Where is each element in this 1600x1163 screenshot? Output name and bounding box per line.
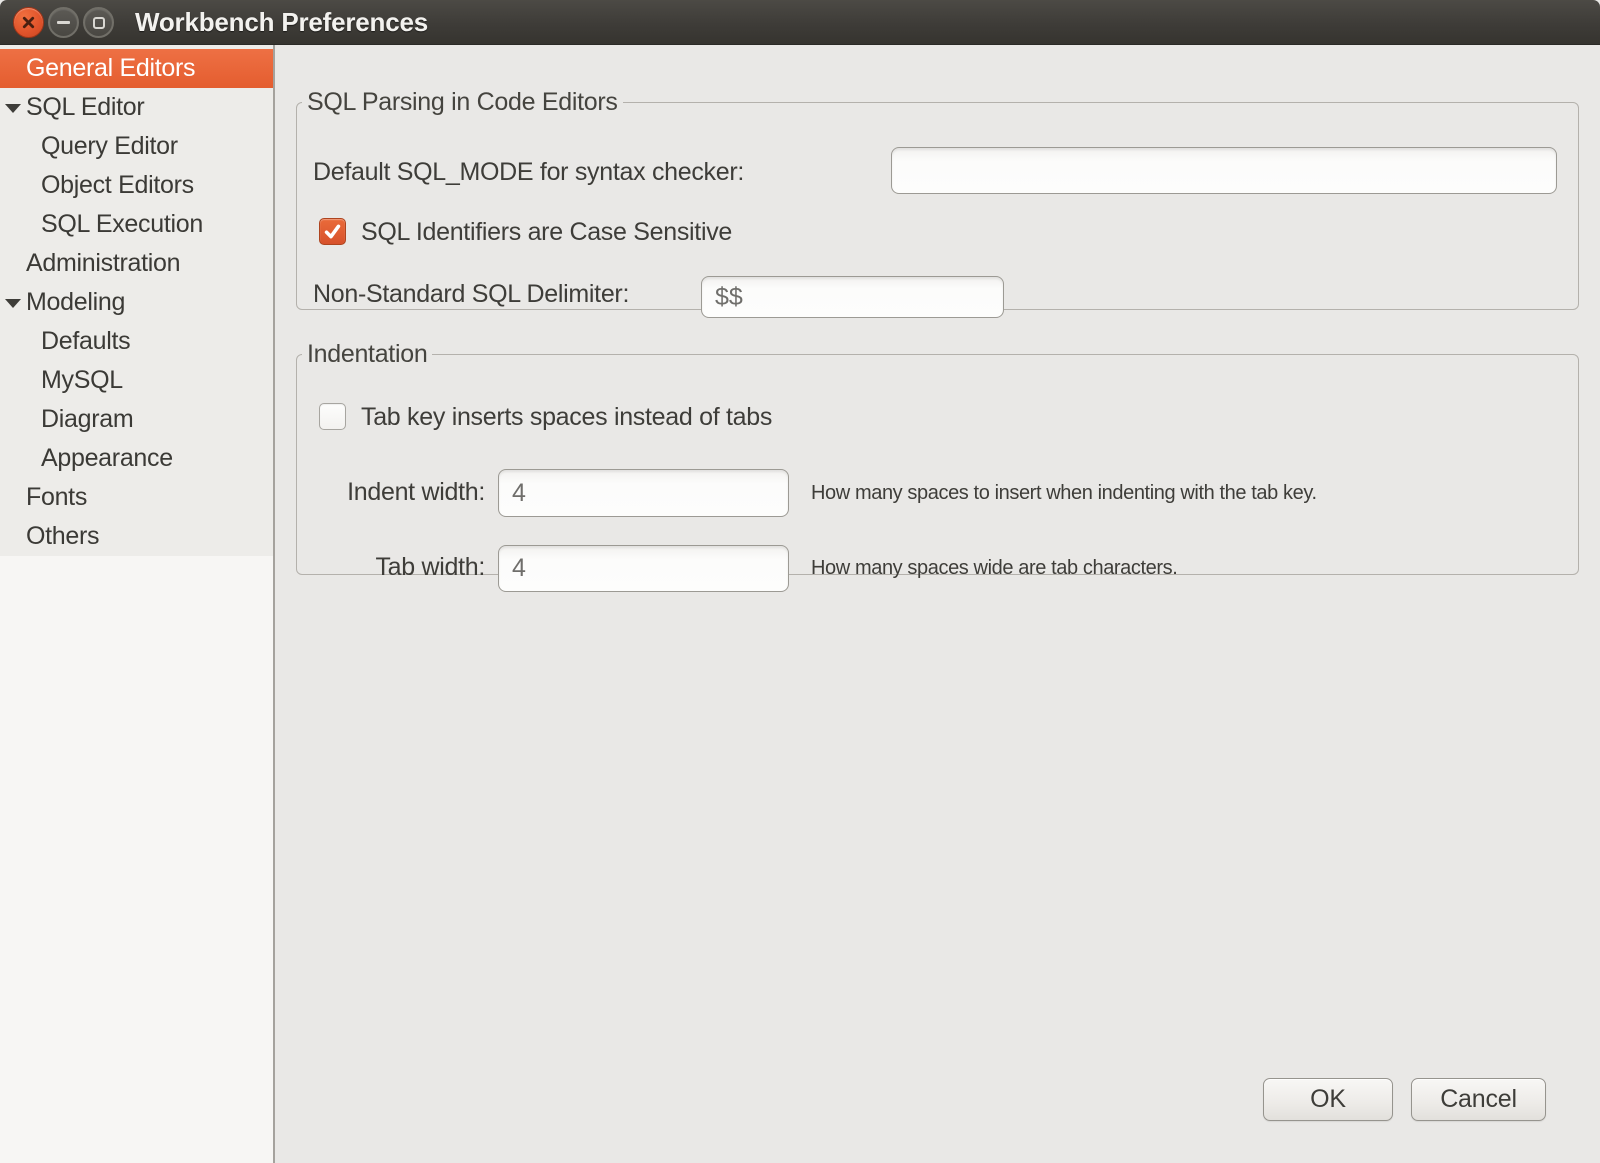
sql-mode-label: Default SQL_MODE for syntax checker: xyxy=(313,155,744,189)
preferences-tree: General Editors SQL Editor Query Editor … xyxy=(0,45,273,556)
sidebar-item-mysql[interactable]: MySQL xyxy=(0,361,273,400)
ok-button[interactable]: OK xyxy=(1263,1078,1393,1121)
tab-width-help: How many spaces wide are tab characters. xyxy=(811,551,1177,585)
preferences-window: Workbench Preferences General Editors SQ… xyxy=(0,0,1600,1163)
delimiter-input[interactable] xyxy=(701,276,1004,318)
tab-width-label: Tab width: xyxy=(313,550,485,584)
minimize-icon xyxy=(57,21,70,24)
expander-triangle-icon[interactable] xyxy=(5,299,21,308)
sidebar-item-fonts[interactable]: Fonts xyxy=(0,478,273,517)
case-sensitive-checkbox[interactable] xyxy=(319,218,346,245)
window-title: Workbench Preferences xyxy=(135,0,428,45)
checkmark-icon xyxy=(323,222,342,241)
tab-width-input[interactable] xyxy=(498,545,789,592)
sidebar-item-label: Others xyxy=(26,522,99,550)
sidebar-item-label: Defaults xyxy=(41,327,130,355)
sidebar-item-label: Administration xyxy=(26,249,180,277)
indentation-group-legend: Indentation xyxy=(302,340,432,369)
indent-width-help: How many spaces to insert when indenting… xyxy=(811,476,1317,510)
sidebar: General Editors SQL Editor Query Editor … xyxy=(0,45,275,1163)
sidebar-item-appearance[interactable]: Appearance xyxy=(0,439,273,478)
sidebar-item-general-editors[interactable]: General Editors xyxy=(0,49,273,88)
sidebar-item-label: SQL Editor xyxy=(26,93,144,121)
sql-mode-input[interactable] xyxy=(891,147,1557,194)
titlebar: Workbench Preferences xyxy=(0,0,1600,45)
minimize-button[interactable] xyxy=(48,7,79,38)
sidebar-item-label: General Editors xyxy=(26,54,195,82)
cancel-button[interactable]: Cancel xyxy=(1411,1078,1546,1121)
sidebar-item-label: Modeling xyxy=(26,288,125,316)
sidebar-item-object-editors[interactable]: Object Editors xyxy=(0,166,273,205)
indent-width-input[interactable] xyxy=(498,469,789,517)
tab-inserts-spaces-label: Tab key inserts spaces instead of tabs xyxy=(361,400,772,434)
sidebar-item-defaults[interactable]: Defaults xyxy=(0,322,273,361)
sidebar-item-others[interactable]: Others xyxy=(0,517,273,556)
sidebar-item-label: Query Editor xyxy=(41,132,178,160)
indentation-group: Indentation Tab key inserts spaces inste… xyxy=(296,340,1579,575)
sql-parsing-group: SQL Parsing in Code Editors Default SQL_… xyxy=(296,88,1579,310)
sidebar-item-modeling[interactable]: Modeling xyxy=(0,283,273,322)
sidebar-item-label: MySQL xyxy=(41,366,123,394)
sidebar-item-query-editor[interactable]: Query Editor xyxy=(0,127,273,166)
sidebar-item-sql-editor[interactable]: SQL Editor xyxy=(0,88,273,127)
case-sensitive-label: SQL Identifiers are Case Sensitive xyxy=(361,215,732,249)
close-button[interactable] xyxy=(13,7,44,38)
sidebar-item-label: Fonts xyxy=(26,483,87,511)
sidebar-item-label: Appearance xyxy=(41,444,173,472)
sidebar-item-diagram[interactable]: Diagram xyxy=(0,400,273,439)
sidebar-item-sql-execution[interactable]: SQL Execution xyxy=(0,205,273,244)
sidebar-item-label: Diagram xyxy=(41,405,133,433)
close-icon xyxy=(21,15,36,30)
expander-triangle-icon[interactable] xyxy=(5,104,21,113)
delimiter-label: Non-Standard SQL Delimiter: xyxy=(313,277,629,311)
sql-parsing-group-legend: SQL Parsing in Code Editors xyxy=(302,88,623,117)
indent-width-label: Indent width: xyxy=(313,475,485,509)
sidebar-item-administration[interactable]: Administration xyxy=(0,244,273,283)
tab-inserts-spaces-checkbox[interactable] xyxy=(319,403,346,430)
maximize-icon xyxy=(93,17,105,29)
maximize-button[interactable] xyxy=(83,7,114,38)
sidebar-item-label: SQL Execution xyxy=(41,210,203,238)
sidebar-item-label: Object Editors xyxy=(41,171,194,199)
